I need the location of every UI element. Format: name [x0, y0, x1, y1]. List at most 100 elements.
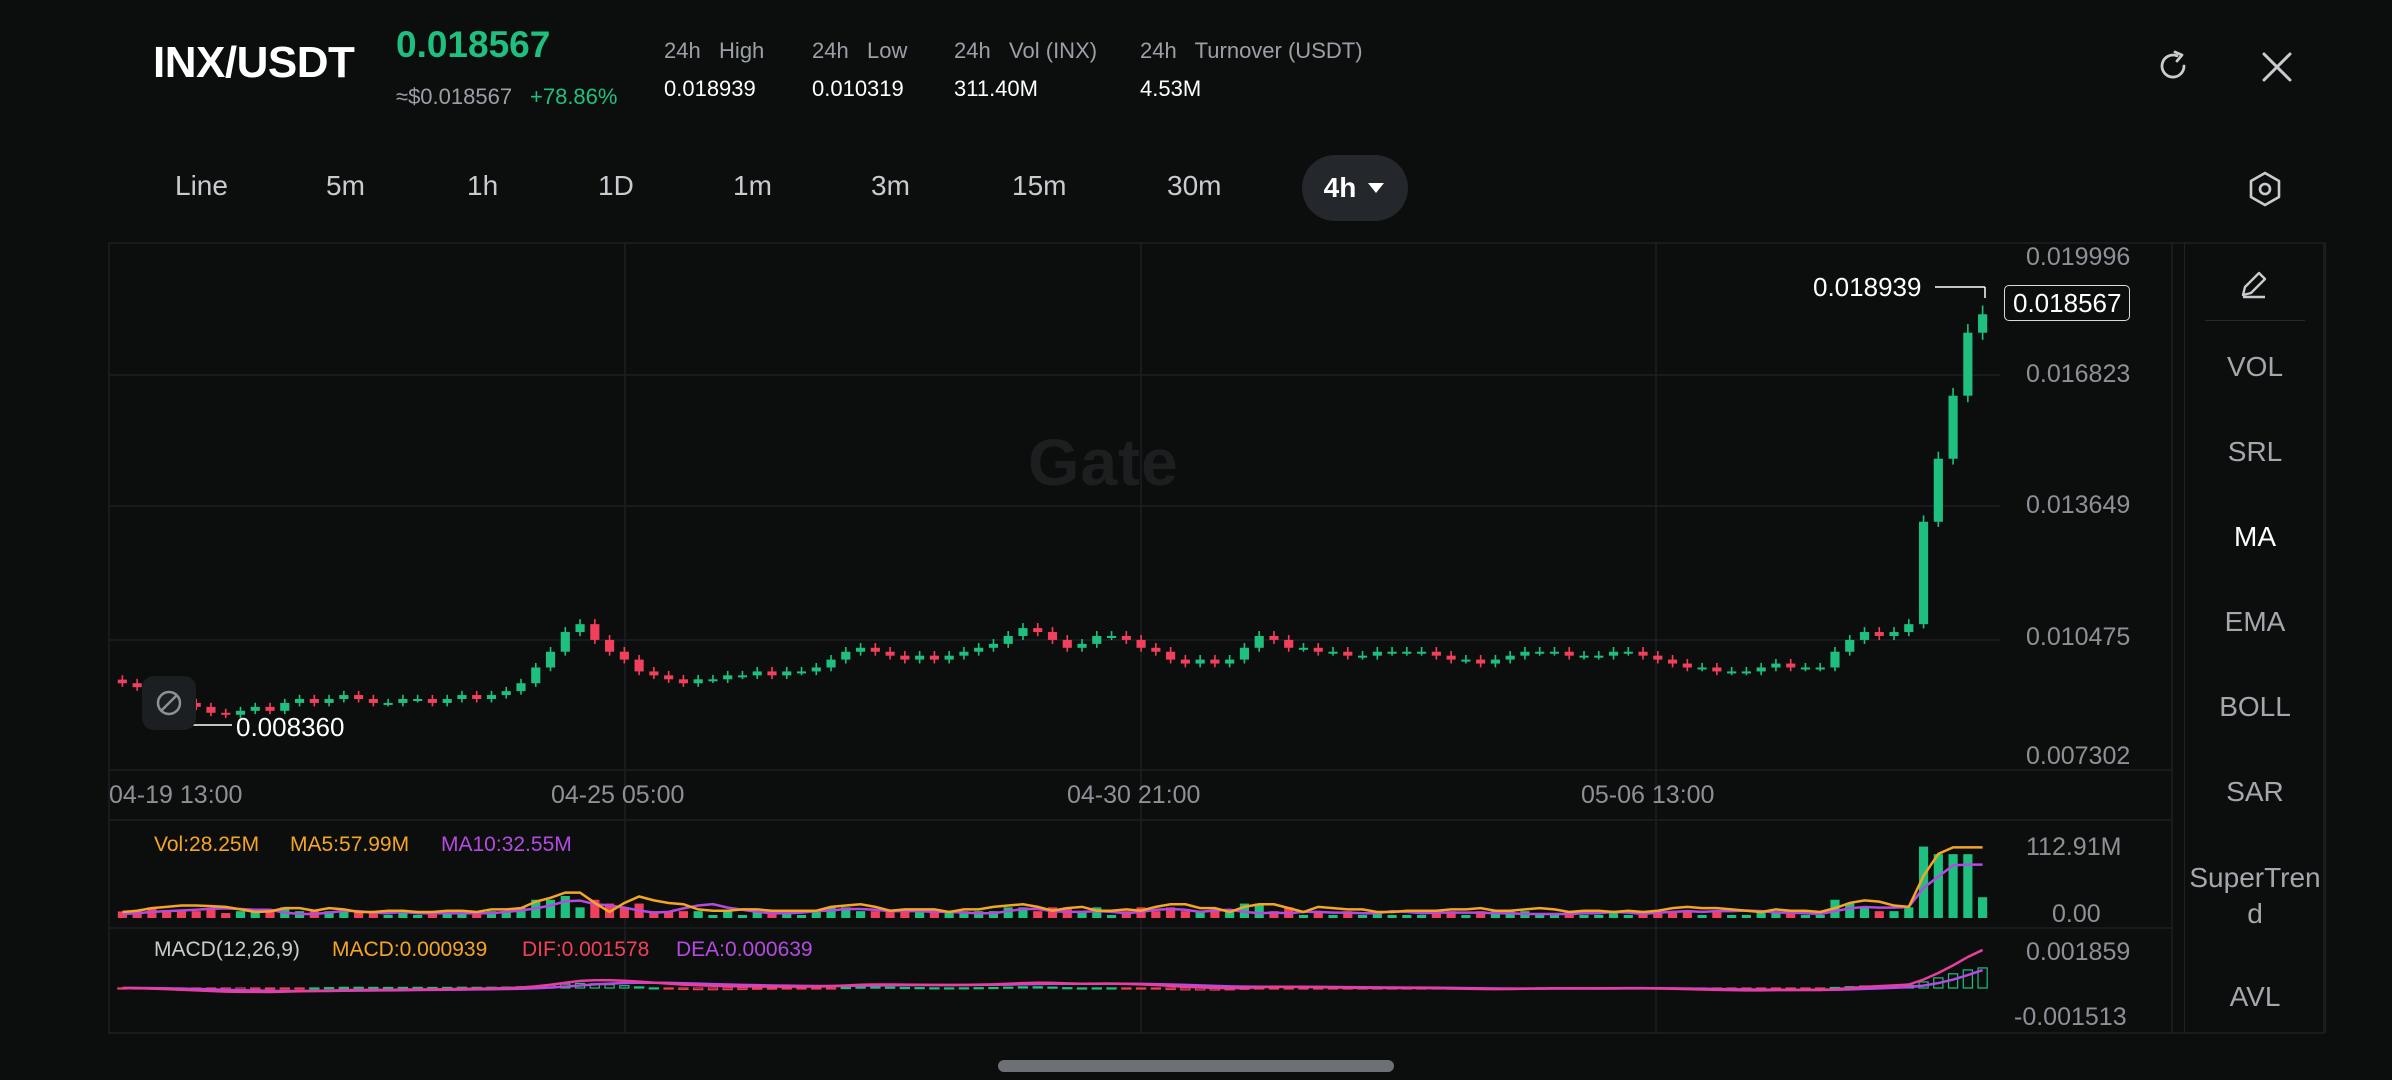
candlestick-series	[117, 305, 1988, 719]
candle-body	[1254, 635, 1264, 648]
candle-body	[1727, 671, 1737, 674]
volume-bar	[708, 914, 718, 918]
volume-bar	[678, 911, 688, 918]
macd-histogram-bar	[929, 987, 940, 990]
macd-histogram-bar	[633, 986, 645, 989]
macd-histogram-bar	[309, 987, 320, 990]
macd-histogram-bar	[1003, 986, 1014, 989]
volume-bar	[1106, 914, 1117, 918]
candle-body	[1121, 635, 1131, 640]
price-tick: 0.007302	[2026, 742, 2131, 770]
volume-bar	[1889, 911, 1899, 918]
volume-bar	[1815, 914, 1825, 918]
candle-body	[723, 675, 733, 680]
volume-bar	[1978, 897, 1988, 918]
chart-canvas[interactable]	[0, 0, 2392, 1080]
macd-histogram-bar	[840, 986, 851, 990]
candle-body	[1904, 624, 1914, 633]
candle-body	[1594, 655, 1604, 658]
volume-bar	[1933, 854, 1943, 918]
macd-title: MACD(12,26,9)	[154, 938, 300, 961]
candle-body	[1756, 667, 1766, 672]
macd-histogram-bar	[722, 987, 733, 991]
indicator-supertrend[interactable]: SuperTrend	[2185, 860, 2325, 932]
ma5-line	[122, 846, 1983, 914]
pencil-icon[interactable]	[2237, 267, 2271, 301]
macd-histogram-bar	[323, 987, 335, 990]
indicator-ma[interactable]: MA	[2185, 521, 2325, 553]
price-tick: 0.013649	[2026, 491, 2131, 519]
candle-body	[944, 655, 954, 660]
candle-body	[1284, 639, 1294, 648]
candle-body	[974, 647, 984, 652]
macd-histogram-bar	[1283, 987, 1294, 990]
macd-histogram-bar	[1062, 987, 1073, 990]
volume-bar	[796, 914, 807, 918]
candle-body	[1225, 659, 1235, 664]
indicator-vol[interactable]: VOL	[2185, 351, 2325, 383]
indicator-boll[interactable]: BOLL	[2185, 691, 2325, 723]
macd-histogram-bar	[279, 987, 290, 990]
volume-bar	[1741, 914, 1751, 918]
macd-histogram-bar	[1047, 986, 1058, 989]
candle-body	[427, 698, 437, 703]
macd-histogram-bar	[825, 987, 837, 990]
volume-bar	[191, 911, 201, 918]
candle-body	[457, 695, 467, 699]
macd-histogram-bar	[752, 987, 763, 990]
macd-histogram-bar	[884, 986, 896, 989]
candle-body	[1033, 628, 1043, 633]
candle-body	[1431, 651, 1441, 656]
candle-body	[1830, 651, 1840, 668]
indicator-sar[interactable]: SAR	[2185, 776, 2325, 808]
volume-bar	[413, 914, 423, 918]
indicator-ema[interactable]: EMA	[2185, 606, 2325, 638]
candle-body	[1845, 639, 1855, 652]
indicator-avl[interactable]: AVL	[2185, 981, 2325, 1013]
macd-histogram-bar	[604, 984, 615, 989]
macd-histogram-bar	[1165, 987, 1176, 991]
candle-body	[221, 712, 231, 715]
candle-body	[265, 706, 275, 711]
ma5-legend: MA5:57.99M	[290, 833, 410, 856]
macd-histogram-bar	[1180, 987, 1191, 991]
volume-bars	[117, 846, 1988, 918]
macd-histogram-bar	[811, 987, 822, 990]
floating-tool-button[interactable]	[142, 676, 196, 730]
candle-body	[1018, 628, 1028, 636]
macd-histogram-bar	[988, 986, 999, 990]
macd-histogram-bar	[855, 986, 866, 989]
indicator-srl[interactable]: SRL	[2185, 436, 2325, 468]
volume-bar	[1697, 914, 1707, 918]
candle-body	[1682, 663, 1692, 668]
gate-watermark: Gate	[1028, 425, 1179, 499]
candle-body	[1417, 651, 1427, 654]
home-indicator	[998, 1060, 1394, 1072]
volume-bar	[1387, 914, 1397, 918]
macd-histogram-bar	[1121, 987, 1132, 990]
candle-body	[368, 698, 378, 703]
volume-axis-max: 112.91M	[2026, 833, 2122, 861]
volume-bar	[1357, 914, 1368, 918]
volume-bar	[575, 907, 585, 918]
candle-body	[841, 651, 851, 660]
candle-body	[472, 695, 482, 699]
candle-body	[737, 675, 748, 678]
volume-bar	[1623, 914, 1633, 918]
macd-histogram-bar	[1076, 987, 1088, 990]
high-price-label: 0.018939	[1813, 272, 1922, 302]
candle-body	[309, 698, 319, 703]
volume-bar	[235, 911, 246, 918]
candle-body	[885, 651, 895, 656]
candle-body	[664, 675, 674, 680]
macd-legend: MACD:0.000939	[332, 938, 488, 961]
volume-bar	[1727, 914, 1737, 918]
candle-body	[1166, 651, 1176, 660]
macd-histogram-bar	[766, 987, 778, 990]
macd-histogram-bar	[1091, 987, 1102, 990]
macd-histogram-bar	[264, 987, 276, 990]
macd-histogram-bar	[382, 986, 394, 990]
volume-bar	[1417, 914, 1427, 918]
candle-body	[855, 647, 866, 652]
macd-histogram-bar	[1017, 986, 1029, 989]
